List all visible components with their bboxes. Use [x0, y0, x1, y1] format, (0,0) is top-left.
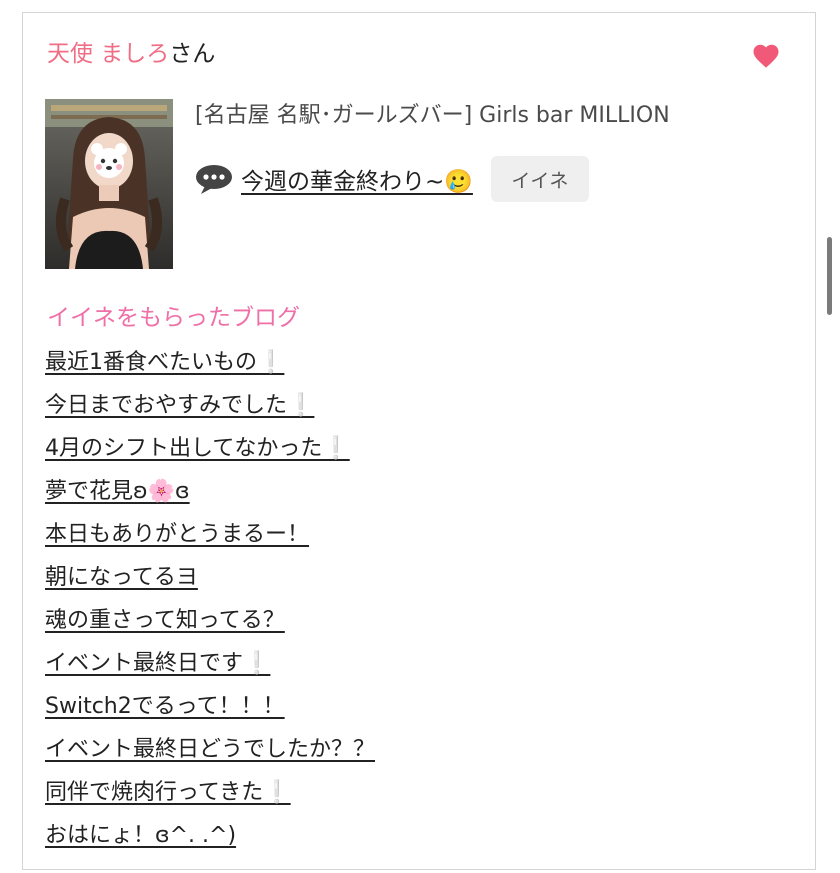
- blog-link[interactable]: Switch2でるって！！！: [45, 694, 285, 719]
- scrollbar[interactable]: [827, 237, 832, 315]
- blog-link[interactable]: イベント最終日です❕: [45, 651, 270, 676]
- list-item: 魂の重さって知ってる？: [45, 603, 375, 646]
- blog-link[interactable]: 同伴で焼肉行ってきた❕: [45, 780, 291, 805]
- blog-link[interactable]: 今日までおやすみでした❕: [45, 393, 314, 418]
- list-item: 今日までおやすみでした❕: [45, 388, 375, 431]
- list-item: 最近1番食べたいもの❕: [45, 345, 375, 388]
- blog-link[interactable]: おはにょ！ɞ^. .^): [45, 823, 236, 848]
- shop-name: [名古屋 名駅･ガールズバー] Girls bar MILLION: [195, 103, 670, 128]
- like-button[interactable]: イイネ: [490, 156, 589, 202]
- blog-link[interactable]: 魂の重さって知ってる？: [45, 608, 285, 633]
- list-item: 朝になってるヨ: [45, 560, 375, 603]
- list-item: 本日もありがとうまるー！: [45, 517, 375, 560]
- cast-name-link[interactable]: 天使 ましろ: [47, 41, 169, 67]
- list-item: イベント最終日です❕: [45, 646, 375, 689]
- blog-like-card: 天使 ましろさん [名古屋 名駅･ガールズバー] Girls bar MILLI…: [22, 12, 816, 870]
- blog-link[interactable]: イベント最終日どうでしたか？？: [45, 737, 375, 762]
- latest-post-link[interactable]: 今週の華金終わり~🥲: [241, 162, 473, 196]
- latest-post-row: 今週の華金終わり~🥲 イイネ: [195, 155, 589, 203]
- blog-link[interactable]: 朝になってるヨ: [45, 565, 198, 590]
- heart-icon[interactable]: [751, 41, 781, 71]
- list-item: 同伴で焼肉行ってきた❕: [45, 775, 375, 818]
- speech-bubble-icon: [196, 165, 232, 194]
- list-item: Switch2でるって！！！: [45, 689, 375, 732]
- liked-blogs-heading: イイネをもらったブログ: [47, 305, 300, 331]
- profile-name-row: 天使 ましろさん: [47, 39, 215, 69]
- list-item: イベント最終日どうでしたか？？: [45, 732, 375, 775]
- blog-link[interactable]: 4月のシフト出してなかった❕: [45, 436, 350, 461]
- list-item: おはにょ！ɞ^. .^): [45, 818, 375, 861]
- honorific: さん: [169, 41, 216, 67]
- blog-link[interactable]: 夢で花見ʚ🌸ɞ: [45, 479, 190, 504]
- blog-link[interactable]: 本日もありがとうまるー！: [45, 522, 309, 547]
- avatar[interactable]: [45, 99, 173, 269]
- blog-link[interactable]: 最近1番食べたいもの❕: [45, 350, 284, 375]
- liked-blog-list: 最近1番食べたいもの❕ 今日までおやすみでした❕ 4月のシフト出してなかった❕ …: [45, 345, 375, 861]
- list-item: 夢で花見ʚ🌸ɞ: [45, 474, 375, 517]
- list-item: 4月のシフト出してなかった❕: [45, 431, 375, 474]
